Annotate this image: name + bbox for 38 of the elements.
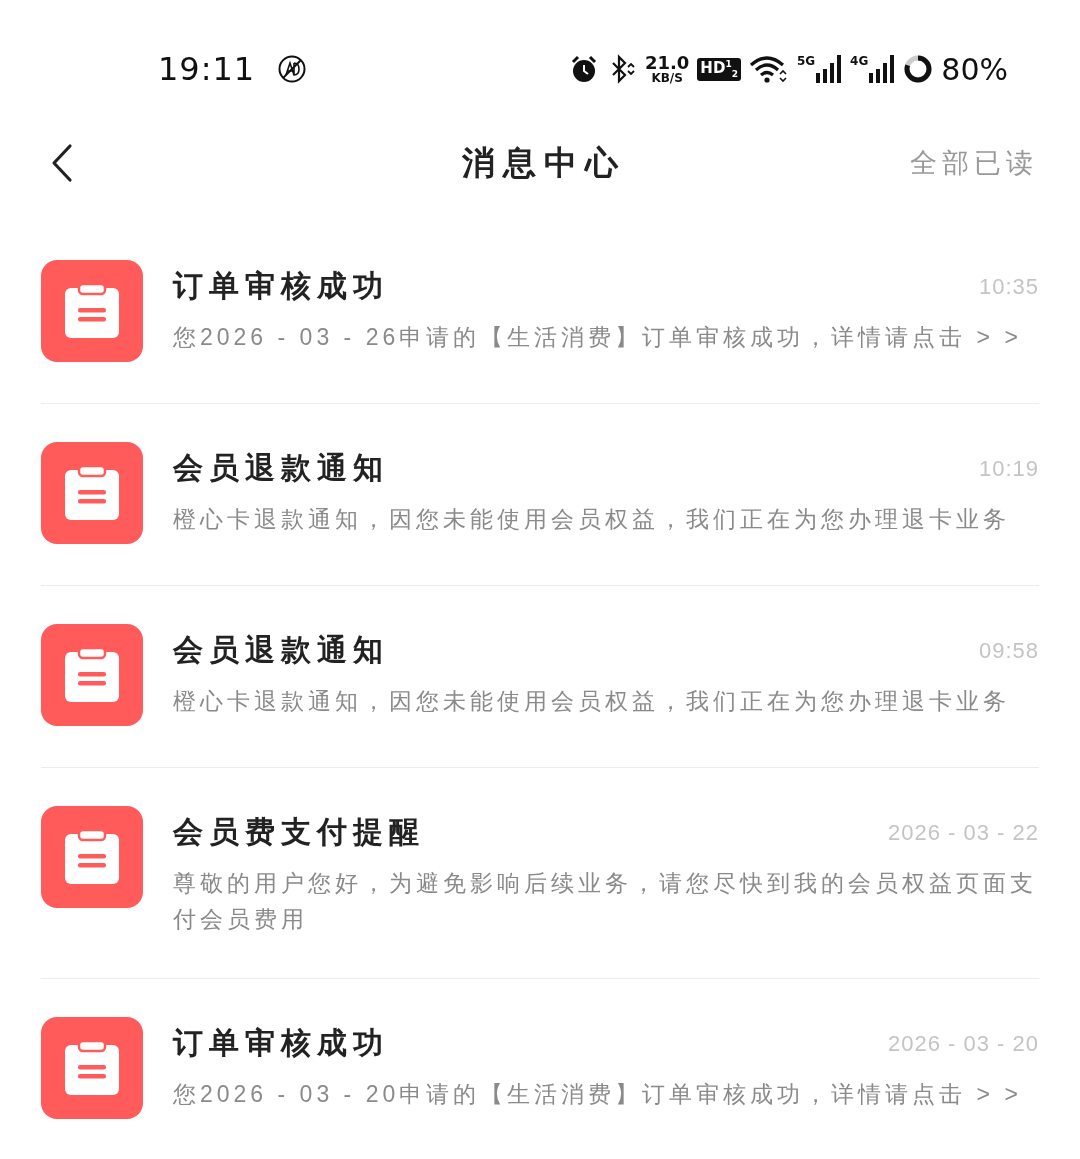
clock-time: 19:11 [158,50,256,88]
message-text: 橙心卡退款通知，因您未能使用会员权益，我们正在为您办理退卡业务 [173,505,1011,534]
message-title: 会员退款通知 [173,449,389,487]
network-type: 4G [850,55,869,67]
clipboard-icon [41,624,143,726]
message-title: 会员退款通知 [173,631,389,669]
clipboard-icon [41,1017,143,1119]
page-title: 消息中心 [462,141,626,184]
clipboard-icon [41,806,143,908]
message-text: 您2026 - 03 - 20申请的【生活消费】订单审核成功，详情请点击 > > [173,1080,1023,1109]
message-item[interactable]: 订单审核成功 10:35 您2026 - 03 - 26申请的【生活消费】订单审核成功，详情请点击 > > [41,222,1039,404]
message-time: 10:19 [978,455,1039,482]
message-item[interactable]: 会员退款通知 09:58 橙心卡退款通知，因您未能使用会员权益，我们正在为您办理退卡业务 [41,586,1039,768]
signal-bars-icon [869,55,896,83]
message-time: 09:58 [978,637,1039,664]
back-icon [50,143,74,183]
message-time: 2026 - 03 - 22 [888,819,1039,846]
message-item[interactable]: 订单审核成功 2026 - 03 - 20 您2026 - 03 - 20申请的【生活消费】订单审核成功，详情请点击 > > [41,979,1039,1159]
clipboard-icon [41,442,143,544]
message-title: 订单审核成功 [173,267,389,305]
signal-bars-icon [816,55,843,83]
clipboard-icon [41,260,143,362]
message-title: 订单审核成功 [173,1024,389,1062]
network-type: 5G [796,55,816,67]
speed-unit: KB/S [651,72,683,84]
ad-block-icon [277,54,308,84]
message-item[interactable]: 会员费支付提醒 2026 - 03 - 22 尊敬的用户您好，为避免影响后续业务，请您尽快到我的会员权益页面支付会员费用 [41,768,1039,979]
wifi-icon [748,54,789,84]
network-speed: 21.0 [644,54,690,72]
message-title: 会员费支付提醒 [173,813,425,851]
battery-percent: 80% [941,51,1008,87]
message-time: 10:35 [978,273,1039,300]
message-text: 尊敬的用户您好，为避免影响后续业务，请您尽快到我的会员权益页面支付会员费用 [173,869,1038,934]
message-item[interactable]: 会员退款通知 10:19 橙心卡退款通知，因您未能使用会员权益，我们正在为您办理退卡业务 [41,404,1039,586]
message-text: 您2026 - 03 - 26申请的【生活消费】订单审核成功，详情请点击 > > [173,323,1023,352]
message-text: 橙心卡退款通知，因您未能使用会员权益，我们正在为您办理退卡业务 [173,687,1011,716]
message-time: 2026 - 03 - 20 [888,1030,1039,1057]
battery-ring-icon [903,54,934,84]
